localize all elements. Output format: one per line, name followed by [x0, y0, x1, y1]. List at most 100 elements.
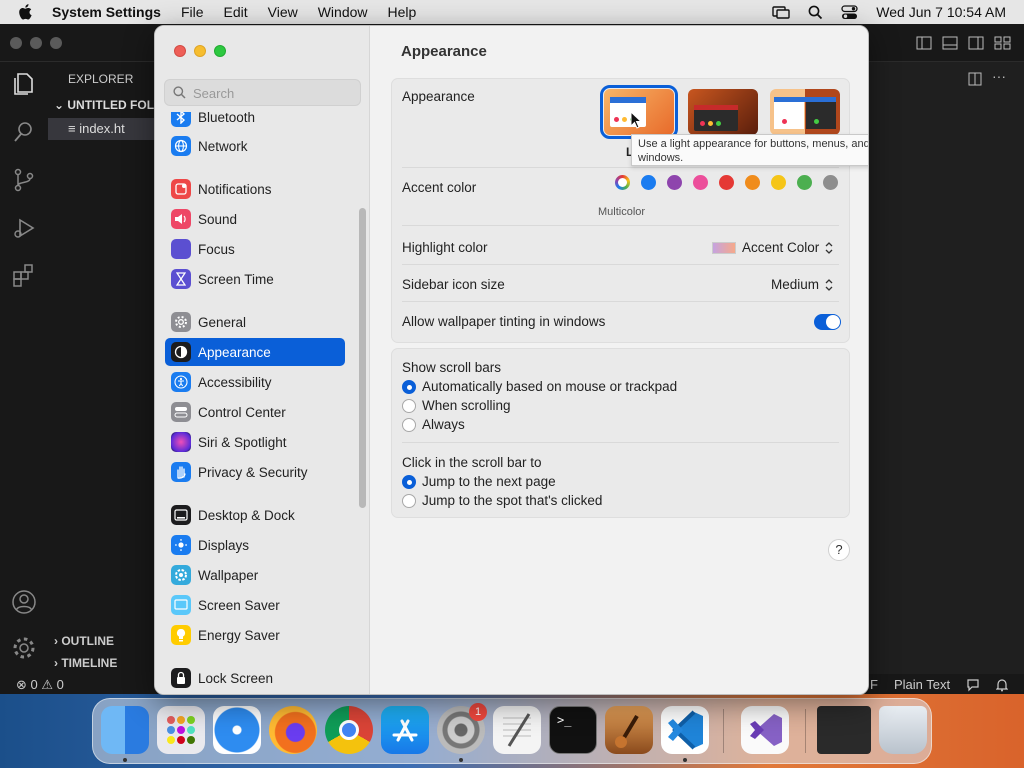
menu-help[interactable]: Help — [388, 4, 417, 20]
accent-green-swatch[interactable] — [797, 175, 812, 190]
split-editor-icon[interactable] — [968, 72, 982, 86]
sidebar-item-bluetooth[interactable]: Bluetooth — [165, 112, 345, 131]
minimized-window-icon[interactable] — [817, 706, 871, 754]
screen-mirroring-icon[interactable] — [772, 5, 790, 19]
sidebar-item-displays[interactable]: Displays — [165, 531, 345, 559]
line-ending-status[interactable]: F — [870, 677, 878, 692]
scroll-auto-option[interactable]: Automatically based on mouse or trackpad — [402, 379, 677, 394]
sidebar-item-screen-saver[interactable]: Screen Saver — [165, 591, 345, 619]
accent-orange-swatch[interactable] — [745, 175, 760, 190]
help-button[interactable]: ? — [828, 539, 850, 561]
zoom-button[interactable] — [214, 45, 226, 57]
accent-graphite-swatch[interactable] — [823, 175, 838, 190]
radio-button[interactable] — [402, 417, 416, 432]
menu-edit[interactable]: Edit — [224, 4, 248, 20]
outline-section[interactable]: › OUTLINE — [54, 634, 114, 648]
sidebar-item-notifications[interactable]: Notifications — [165, 175, 345, 203]
settings-running-dot — [459, 758, 463, 762]
vscode-close-button[interactable] — [10, 37, 22, 49]
trash-icon[interactable] — [879, 706, 927, 754]
search-activity-icon[interactable] — [10, 118, 38, 146]
extensions-icon[interactable] — [10, 262, 38, 290]
layout-controls-icon[interactable] — [916, 36, 1012, 50]
highlight-color-popup[interactable]: Accent Color — [712, 240, 833, 255]
menu-window[interactable]: Window — [318, 4, 368, 20]
sidebar-icon-size-popup[interactable]: Medium — [771, 277, 833, 292]
sidebar-item-lock-screen[interactable]: Lock Screen — [165, 664, 345, 692]
divider — [402, 301, 839, 302]
visual-studio-icon[interactable] — [741, 706, 789, 754]
menu-view[interactable]: View — [268, 4, 298, 20]
sidebar-item-accessibility[interactable]: Accessibility — [165, 368, 345, 396]
accent-yellow-swatch[interactable] — [771, 175, 786, 190]
radio-button[interactable] — [402, 474, 416, 489]
sidebar-item-general[interactable]: General — [165, 308, 345, 336]
apple-menu-icon[interactable] — [18, 3, 38, 21]
sidebar-item-privacy-security[interactable]: Privacy & Security — [165, 458, 345, 486]
language-mode-status[interactable]: Plain Text — [894, 677, 950, 692]
dark-mode-thumbnail[interactable] — [688, 89, 758, 135]
menu-file[interactable]: File — [181, 4, 204, 20]
close-button[interactable] — [174, 45, 186, 57]
sidebar-item-screen-time[interactable]: Screen Time — [165, 265, 345, 293]
accent-blue-swatch[interactable] — [641, 175, 656, 190]
sidebar-item-appearance[interactable]: Appearance — [165, 338, 345, 366]
sidebar-scrollbar[interactable] — [359, 208, 366, 508]
search-field[interactable] — [164, 79, 361, 106]
radio-button[interactable] — [402, 398, 416, 413]
timeline-section[interactable]: › TIMELINE — [54, 656, 117, 670]
notifications-bell-icon[interactable] — [996, 678, 1008, 692]
app-name-menu[interactable]: System Settings — [52, 4, 161, 20]
vscode-dock-icon[interactable] — [661, 706, 709, 754]
wallpaper-tinting-toggle[interactable] — [814, 314, 841, 330]
scroll-always-option[interactable]: Always — [402, 417, 465, 432]
source-control-icon[interactable] — [10, 166, 38, 194]
scroll-when-scrolling-option[interactable]: When scrolling — [402, 398, 511, 413]
textedit-icon[interactable] — [493, 706, 541, 754]
minimize-button[interactable] — [194, 45, 206, 57]
sidebar-item-network[interactable]: Network — [165, 132, 345, 160]
spotlight-search-icon[interactable] — [808, 5, 823, 20]
terminal-icon[interactable]: >_ — [549, 706, 597, 754]
sidebar-item-siri-spotlight[interactable]: Siri & Spotlight — [165, 428, 345, 456]
accent-red-swatch[interactable] — [719, 175, 734, 190]
app-store-icon[interactable] — [381, 706, 429, 754]
sidebar-item-wallpaper[interactable]: Wallpaper — [165, 561, 345, 589]
vscode-zoom-button[interactable] — [50, 37, 62, 49]
problems-status[interactable]: ⊗ 0 ⚠ 0 — [16, 677, 64, 693]
accent-multicolor-swatch[interactable] — [615, 175, 630, 190]
sidebar-item-control-center[interactable]: Control Center — [165, 398, 345, 426]
finder-icon[interactable] — [101, 706, 149, 754]
chrome-icon[interactable] — [325, 706, 373, 754]
jump-next-page-option[interactable]: Jump to the next page — [402, 474, 556, 489]
explorer-files-icon[interactable] — [10, 70, 38, 98]
accounts-icon[interactable] — [10, 588, 38, 616]
radio-button[interactable] — [402, 493, 416, 508]
jump-spot-option[interactable]: Jump to the spot that's clicked — [402, 493, 602, 508]
radio-button[interactable] — [402, 379, 416, 394]
feedback-icon[interactable] — [966, 678, 980, 692]
sidebar-item-sound[interactable]: Sound — [165, 205, 345, 233]
more-actions-icon[interactable]: ··· — [992, 68, 1006, 84]
menu-clock[interactable]: Wed Jun 7 10:54 AM — [876, 4, 1006, 20]
auto-mode-thumbnail[interactable] — [770, 89, 840, 135]
launchpad-icon[interactable] — [157, 706, 205, 754]
accent-pink-swatch[interactable] — [693, 175, 708, 190]
dock-separator-2 — [805, 709, 806, 753]
manage-gear-icon[interactable] — [10, 634, 38, 662]
search-input[interactable] — [193, 84, 353, 102]
accent-purple-swatch[interactable] — [667, 175, 682, 190]
control-center-menu-icon[interactable] — [841, 4, 858, 20]
sidebar-item-energy-saver[interactable]: Energy Saver — [165, 621, 345, 649]
folder-section[interactable]: ⌄ UNTITLED FOLD — [54, 98, 163, 112]
run-debug-icon[interactable] — [10, 214, 38, 242]
sidebar-item-focus[interactable]: Focus — [165, 235, 345, 263]
firefox-icon[interactable] — [269, 706, 317, 754]
sidebar-item-desktop-dock[interactable]: Desktop & Dock — [165, 501, 345, 529]
garageband-icon[interactable] — [605, 706, 653, 754]
safari-icon[interactable] — [213, 706, 261, 754]
vscode-minimize-button[interactable] — [30, 37, 42, 49]
file-item[interactable]: ≡ index.ht — [48, 118, 158, 140]
wallpaper-icon — [171, 565, 191, 585]
timeline-label: TIMELINE — [61, 656, 118, 670]
